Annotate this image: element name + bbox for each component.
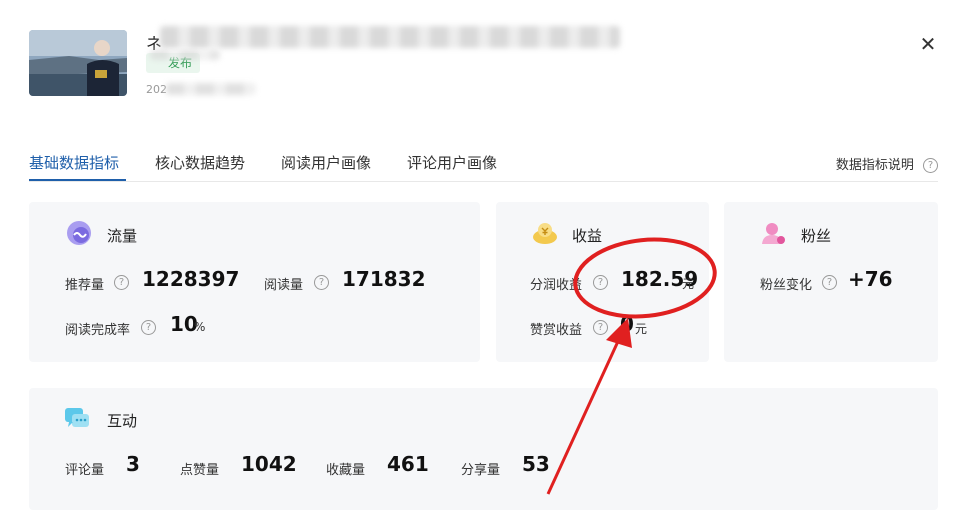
comment-label: 评论量 <box>65 463 105 478</box>
favorite-value: 461 <box>387 452 429 476</box>
completion-help-icon[interactable]: ? <box>141 320 156 335</box>
fans-change-label: 粉丝变化 <box>760 278 813 293</box>
favorite-label: 收藏量 <box>326 463 366 478</box>
fans-card: 粉丝 粉丝变化 ? +76 <box>724 202 938 362</box>
share-income-help-icon[interactable]: ? <box>593 275 608 290</box>
like-label: 点赞量 <box>180 463 220 478</box>
recommend-help-icon[interactable]: ? <box>114 275 129 290</box>
tip-income-unit: 元 <box>635 322 648 336</box>
traffic-card: 流量 推荐量 ? 1228397 阅读量 ? 171832 阅读完成率 ? 10… <box>29 202 480 362</box>
close-button[interactable]: ✕ <box>914 30 942 58</box>
recommend-value: 1228397 <box>142 267 240 291</box>
tab-reader-profile[interactable]: 阅读用户画像 <box>281 152 371 173</box>
read-label: 阅读量 <box>264 278 304 293</box>
publish-date: 202 <box>146 83 167 96</box>
completion-label: 阅读完成率 <box>65 323 131 338</box>
income-icon <box>533 223 557 244</box>
metrics-help-link[interactable]: 数据指标说明 ? <box>836 154 938 173</box>
tip-income-label: 赞赏收益 <box>530 323 583 338</box>
interaction-card: 互动 评论量 3 点赞量 1042 收藏量 461 分享量 53 <box>29 388 938 510</box>
fans-change-value: +76 <box>848 267 893 291</box>
fans-icon <box>762 223 785 244</box>
tab-core-trends[interactable]: 核心数据趋势 <box>155 152 245 173</box>
tab-bar: 基础数据指标 核心数据趋势 阅读用户画像 评论用户画像 数据指标说明 ? <box>29 140 938 182</box>
active-tab-indicator <box>29 179 126 181</box>
status-redacted <box>150 50 220 60</box>
completion-unit: % <box>194 320 206 334</box>
income-card: 收益 分润收益 ? 182.59 元 赞赏收益 ? 0 元 <box>496 202 709 362</box>
fans-change-help-icon[interactable]: ? <box>822 275 837 290</box>
tab-basic-metrics[interactable]: 基础数据指标 <box>29 152 119 173</box>
fans-title: 粉丝 <box>801 227 832 245</box>
traffic-title: 流量 <box>107 227 138 245</box>
question-circle-icon: ? <box>923 158 938 173</box>
share-income-unit: 元 <box>682 277 695 291</box>
like-value: 1042 <box>241 452 297 476</box>
metrics-help-label: 数据指标说明 <box>835 158 914 173</box>
date-redacted <box>166 83 256 95</box>
read-value: 171832 <box>342 267 426 291</box>
tip-income-value: 0 <box>620 312 634 336</box>
recommend-label: 推荐量 <box>65 278 105 293</box>
share-income-label: 分润收益 <box>530 278 583 293</box>
interaction-title: 互动 <box>107 412 138 430</box>
article-thumbnail <box>29 30 127 96</box>
comment-value: 3 <box>126 452 140 476</box>
share-label: 分享量 <box>461 463 501 478</box>
tip-income-help-icon[interactable]: ? <box>593 320 608 335</box>
traffic-icon <box>67 221 91 245</box>
income-title: 收益 <box>572 227 603 245</box>
read-help-icon[interactable]: ? <box>314 275 329 290</box>
share-value: 53 <box>522 452 550 476</box>
tab-commenter-profile[interactable]: 评论用户画像 <box>407 152 497 173</box>
interaction-icon <box>65 408 89 427</box>
article-title-redacted <box>160 26 620 48</box>
